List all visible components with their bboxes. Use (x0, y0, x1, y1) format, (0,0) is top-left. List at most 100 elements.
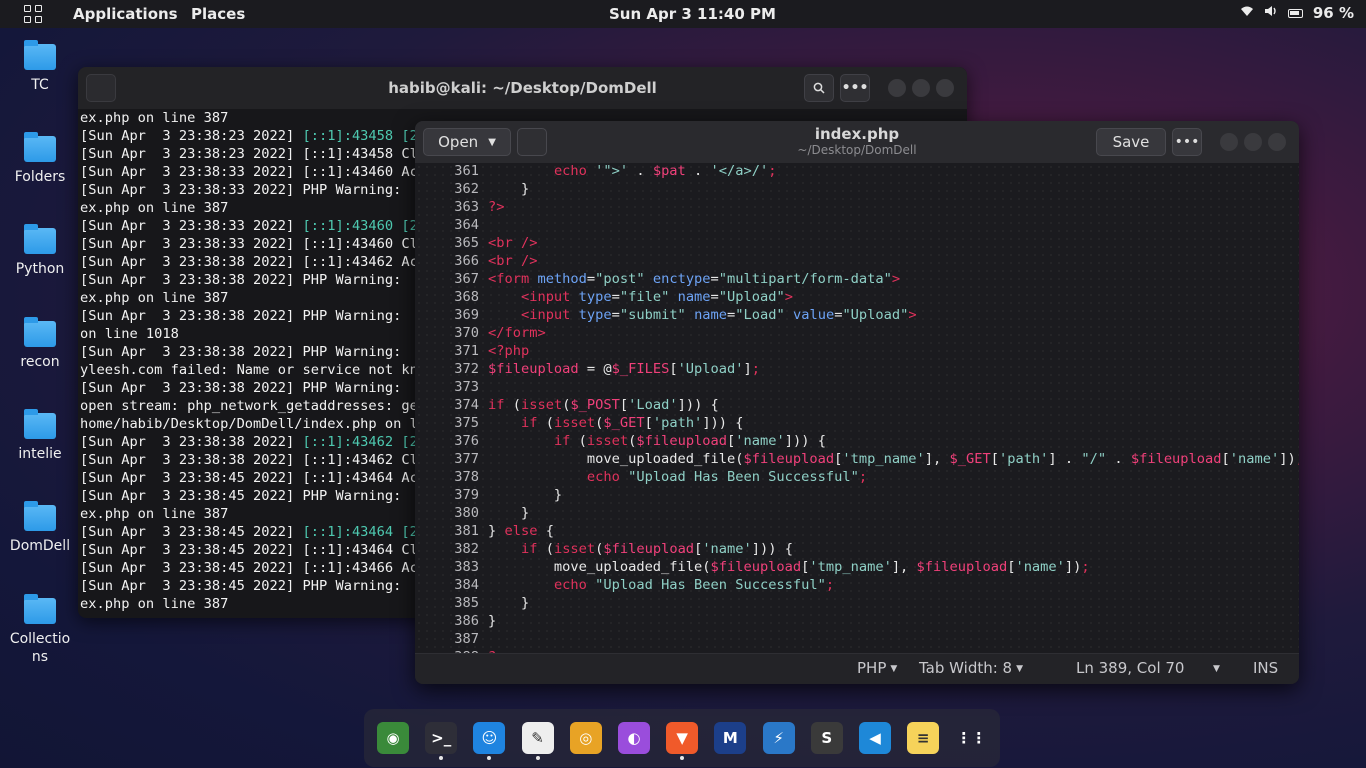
line-number: 384 (454, 577, 479, 593)
editor-headerbar[interactable]: Open ▼ index.php ~/Desktop/DomDell Save … (415, 121, 1299, 163)
code-line[interactable]: 374 if (isset($_POST['Load'])) { (415, 396, 1299, 414)
vscode-icon[interactable]: ◀ (859, 722, 891, 754)
line-number: 387 (454, 631, 479, 647)
firefox-icon[interactable]: ◐ (618, 722, 650, 754)
close-button[interactable] (1268, 133, 1286, 151)
minimize-button[interactable] (888, 79, 906, 97)
sublime-icon[interactable]: S (810, 722, 843, 754)
code-line[interactable]: 365 <br /> (415, 234, 1299, 252)
zap-icon[interactable]: ⚡ (762, 722, 795, 754)
line-number: 364 (454, 217, 479, 233)
line-number: 380 (454, 505, 479, 521)
close-button[interactable] (936, 79, 954, 97)
code-line[interactable]: 366 <br /> (415, 252, 1299, 270)
terminal-menu-button[interactable]: ••• (840, 74, 870, 102)
app-grid-icon[interactable]: ⋮⋮ (955, 722, 987, 754)
minimize-button[interactable] (1220, 133, 1238, 151)
desktop-folder-label: intelie (18, 446, 62, 462)
battery-icon[interactable] (1287, 8, 1303, 18)
folder-icon (24, 501, 56, 531)
wifi-icon[interactable] (1240, 6, 1254, 21)
applications-menu[interactable]: Applications (73, 5, 178, 23)
language-selector[interactable]: PHP ▼ (857, 659, 897, 677)
code-line[interactable]: 368 <input type="file" name="Upload"> (415, 288, 1299, 306)
line-number: 382 (454, 541, 479, 557)
tab-width-selector[interactable]: Tab Width: 8 ▼ (919, 659, 1023, 677)
code-line[interactable]: 386} (415, 612, 1299, 630)
code-line[interactable]: 376 if (isset($fileupload['name'])) { (415, 432, 1299, 450)
desktop-folder-tc[interactable]: TC (0, 40, 80, 94)
desktop-folder-collections[interactable]: Collections (0, 594, 80, 666)
finder-icon[interactable]: ☺ (473, 722, 506, 754)
terminal-icon[interactable]: >_ (425, 722, 458, 754)
line-number: 386 (454, 613, 479, 629)
code-line[interactable]: 362 } (415, 180, 1299, 198)
code-line[interactable]: 379 } (415, 486, 1299, 504)
desktop-folder-domdell[interactable]: DomDell (0, 501, 80, 555)
code-line[interactable]: 373 (415, 378, 1299, 396)
code-line[interactable]: 384 echo "Upload Has Been Successful"; (415, 576, 1299, 594)
code-line[interactable]: 361 echo '">' . $pat . '</a>/'; (415, 163, 1299, 180)
code-line[interactable]: 364 (415, 216, 1299, 234)
editor-menu-button[interactable]: ••• (1172, 128, 1202, 156)
kali-globe-icon[interactable]: ◉ (377, 722, 409, 754)
code-line[interactable]: 367 <form method="post" enctype="multipar… (415, 270, 1299, 288)
code-line[interactable]: 370 </form> (415, 324, 1299, 342)
line-number: 372 (454, 361, 479, 377)
code-line[interactable]: 385 } (415, 594, 1299, 612)
system-tray[interactable]: 96 % (1240, 4, 1354, 22)
code-line[interactable]: 378 echo "Upload Has Been Successful"; (415, 468, 1299, 486)
code-line[interactable]: 383 move_uploaded_file($fileupload['tmp_… (415, 558, 1299, 576)
desktop-folder-folders[interactable]: Folders (0, 132, 80, 186)
code-line[interactable]: 375 if (isset($_GET['path'])) { (415, 414, 1299, 432)
code-view[interactable]: 361 echo '">' . $pat . '</a>/'; 362 } 363?… (415, 163, 1299, 653)
save-button[interactable]: Save (1096, 128, 1166, 156)
maximize-button[interactable] (912, 79, 930, 97)
desktop-folder-intelie[interactable]: intelie (0, 409, 80, 463)
notes-icon[interactable]: ≡ (907, 722, 940, 754)
cursor-position[interactable]: Ln 389, Col 70 (1076, 659, 1184, 677)
text-editor-window[interactable]: Open ▼ index.php ~/Desktop/DomDell Save … (415, 121, 1299, 684)
line-number: 383 (454, 559, 479, 575)
code-line[interactable]: 363 ?> (415, 198, 1299, 216)
clock[interactable]: Sun Apr 3 11:40 PM (609, 5, 776, 23)
search-button[interactable] (804, 74, 834, 102)
running-indicator (680, 756, 685, 760)
code-line[interactable]: 387 (415, 630, 1299, 648)
document-path: ~/Desktop/DomDell (797, 143, 917, 157)
folder-icon (24, 40, 56, 70)
line-number: 385 (454, 595, 479, 611)
brave-icon[interactable]: ▼ (666, 722, 699, 754)
places-menu[interactable]: Places (191, 5, 245, 23)
code-line[interactable]: 380 } (415, 504, 1299, 522)
running-indicator (487, 756, 492, 760)
folder-icon (24, 317, 56, 347)
chevron-down-icon: ▼ (1016, 664, 1024, 674)
folder-icon (24, 132, 56, 162)
code-line[interactable]: 371 <?php (415, 342, 1299, 360)
folder-icon (24, 594, 56, 624)
metasploit-icon[interactable]: M (714, 722, 747, 754)
terminal-titlebar[interactable]: habib@kali: ~/Desktop/DomDell ••• (78, 67, 967, 109)
code-line[interactable]: 369 <input type="submit" name="Load" val… (415, 306, 1299, 324)
code-line[interactable]: 382 if (isset($fileupload['name'])) { (415, 540, 1299, 558)
app-grid-icon[interactable] (24, 5, 42, 23)
chevron-down-icon[interactable]: ▼ (1213, 664, 1220, 674)
line-number: 365 (454, 235, 479, 251)
desktop-folder-label: Collections (9, 631, 71, 665)
maximize-button[interactable] (1244, 133, 1262, 151)
new-tab-button[interactable] (86, 74, 116, 102)
desktop-folder-label: Folders (14, 169, 66, 185)
desktop-folder-python[interactable]: Python (0, 224, 80, 278)
code-line[interactable]: 381} else { (415, 522, 1299, 540)
code-line[interactable]: 377 move_uploaded_file($fileupload['tmp_… (415, 450, 1299, 468)
desktop-folder-recon[interactable]: recon (0, 317, 80, 371)
chrome-icon[interactable]: ◎ (569, 722, 602, 754)
top-panel: Applications Places Sun Apr 3 11:40 PM 9… (0, 0, 1366, 28)
code-line[interactable]: 372 $fileupload = @$_FILES['Upload']; (415, 360, 1299, 378)
text-editor-icon[interactable]: ✎ (521, 722, 554, 754)
folder-icon (24, 409, 56, 439)
line-number: 378 (454, 469, 479, 485)
volume-icon[interactable] (1264, 5, 1278, 21)
line-number: 371 (454, 343, 479, 359)
